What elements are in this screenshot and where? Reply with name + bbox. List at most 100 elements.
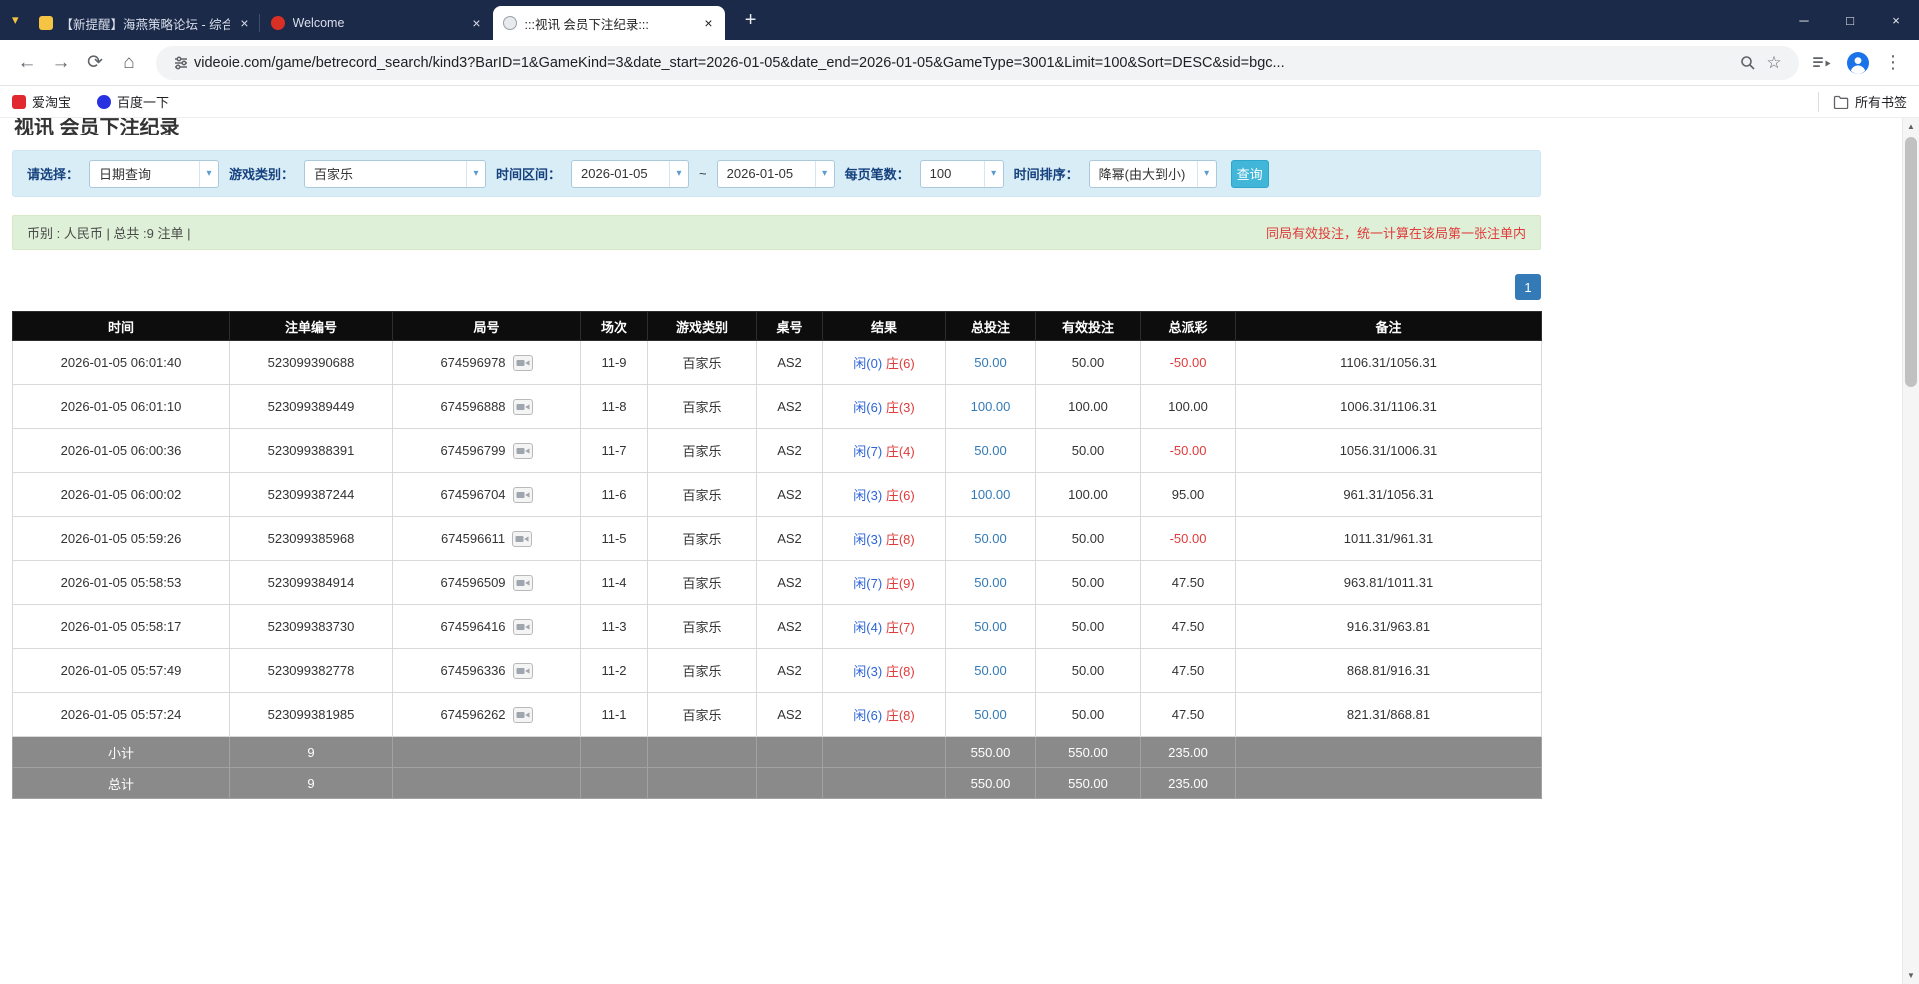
cell-valid-bet: 50.00 (1036, 429, 1141, 473)
folder-icon (1833, 95, 1849, 109)
video-replay-icon[interactable] (513, 619, 533, 635)
cell-total-bet[interactable]: 50.00 (946, 649, 1036, 693)
tab-close-icon[interactable]: × (238, 14, 250, 32)
chevron-down-icon[interactable]: ▾ (815, 161, 834, 187)
profile-avatar[interactable] (1847, 52, 1869, 74)
bookmark-item[interactable]: 百度一下 (97, 92, 169, 111)
scroll-up-icon[interactable]: ▲ (1903, 118, 1919, 135)
cell-total-bet[interactable]: 100.00 (946, 473, 1036, 517)
taobao-icon (12, 95, 26, 109)
back-icon[interactable]: ← (10, 46, 44, 80)
date-end-select[interactable]: 2026-01-05 ▾ (717, 160, 835, 188)
bookmark-star-icon[interactable]: ☆ (1761, 50, 1787, 76)
cell-round-id: 674596336 (393, 649, 581, 693)
query-type-select[interactable]: 日期查询 ▾ (89, 160, 219, 188)
cell-session: 11-2 (581, 649, 648, 693)
url-bar[interactable]: videoie.com/game/betrecord_search/kind3?… (156, 46, 1799, 80)
cell-bet-id: 523099384914 (230, 561, 393, 605)
summary-valid-bet: 550.00 (1036, 737, 1141, 768)
cell-payout: -50.00 (1141, 341, 1236, 385)
search-button[interactable]: 查询 (1231, 160, 1269, 188)
media-controls-icon[interactable] (1809, 50, 1835, 76)
forward-icon[interactable]: → (44, 46, 78, 80)
cell-total-bet[interactable]: 100.00 (946, 385, 1036, 429)
cell-total-bet[interactable]: 50.00 (946, 517, 1036, 561)
cell-total-bet[interactable]: 50.00 (946, 605, 1036, 649)
chevron-down-icon[interactable]: ▾ (1197, 161, 1216, 187)
summary-label: 小计 (13, 737, 230, 768)
cell-total-bet[interactable]: 50.00 (946, 429, 1036, 473)
cell-round-id: 674596262 (393, 693, 581, 737)
video-replay-icon[interactable] (512, 531, 532, 547)
cell-time: 2026-01-05 05:58:17 (13, 605, 230, 649)
video-replay-icon[interactable] (513, 663, 533, 679)
table-body: 2026-01-05 06:01:40523099390688674596978… (13, 341, 1542, 737)
cell-bet-id: 523099390688 (230, 341, 393, 385)
cell-payout: 47.50 (1141, 561, 1236, 605)
tab-close-icon[interactable]: × (470, 14, 482, 32)
cell-payout: -50.00 (1141, 517, 1236, 561)
table-row: 2026-01-05 06:00:02523099387244674596704… (13, 473, 1542, 517)
summary-empty-cell (581, 737, 648, 768)
video-replay-icon[interactable] (513, 575, 533, 591)
reload-icon[interactable]: ⟳ (78, 46, 112, 80)
summary-label: 总计 (13, 768, 230, 799)
maximize-button[interactable]: □ (1827, 0, 1873, 40)
cell-table-id: AS2 (757, 385, 823, 429)
banker-result: 庄(4) (886, 444, 915, 459)
cell-note: 1006.31/1106.31 (1236, 385, 1542, 429)
per-page-select[interactable]: 100 ▾ (920, 160, 1004, 188)
video-replay-icon[interactable] (513, 487, 533, 503)
table-row: 2026-01-05 05:57:24523099381985674596262… (13, 693, 1542, 737)
cell-total-bet[interactable]: 50.00 (946, 693, 1036, 737)
game-type-select[interactable]: 百家乐 ▾ (304, 160, 486, 188)
bookmark-item[interactable]: 爱淘宝 (12, 92, 71, 111)
date-start-select[interactable]: 2026-01-05 ▾ (571, 160, 689, 188)
video-replay-icon[interactable] (513, 443, 533, 459)
cell-total-bet[interactable]: 50.00 (946, 341, 1036, 385)
scrollbar-thumb[interactable] (1905, 137, 1917, 387)
browser-tab[interactable]: 【新提醒】海燕策略论坛 - 综合…× (29, 6, 261, 40)
cell-round-id: 674596799 (393, 429, 581, 473)
close-window-button[interactable]: × (1873, 0, 1919, 40)
video-replay-icon[interactable] (513, 355, 533, 371)
banker-result: 庄(7) (886, 620, 915, 635)
vertical-scrollbar[interactable]: ▲ ▼ (1902, 118, 1919, 984)
tab-close-icon[interactable]: × (702, 14, 714, 32)
sort-order-select[interactable]: 降幂(由大到小) ▾ (1089, 160, 1217, 188)
cell-bet-id: 523099383730 (230, 605, 393, 649)
cell-bet-id: 523099381985 (230, 693, 393, 737)
cell-game-type: 百家乐 (648, 605, 757, 649)
home-icon[interactable]: ⌂ (112, 46, 146, 80)
cell-result: 闲(7) 庄(4) (823, 429, 946, 473)
cell-total-bet[interactable]: 50.00 (946, 561, 1036, 605)
pagination-page[interactable]: 1 (1515, 274, 1541, 300)
scroll-down-icon[interactable]: ▼ (1903, 967, 1919, 984)
banker-result: 庄(9) (886, 576, 915, 591)
summary-empty-cell (1236, 737, 1542, 768)
browser-tab[interactable]: :::视讯 会员下注纪录:::× (493, 6, 725, 40)
video-replay-icon[interactable] (513, 399, 533, 415)
minimize-button[interactable]: ─ (1781, 0, 1827, 40)
all-bookmarks[interactable]: 所有书签 (1818, 92, 1907, 112)
round-id-text: 674596888 (440, 399, 505, 414)
site-info-icon[interactable] (168, 50, 194, 76)
column-header: 时间 (13, 312, 230, 341)
navigation-bar: ← → ⟳ ⌂ videoie.com/game/betrecord_searc… (0, 40, 1919, 86)
new-tab-button[interactable]: + (737, 6, 765, 34)
page-title-container: 视讯 会员下注纪录 (14, 118, 1902, 135)
column-header: 注单编号 (230, 312, 393, 341)
chevron-down-icon[interactable]: ▾ (199, 161, 218, 187)
bet-record-table: 时间注单编号局号场次游戏类别桌号结果总投注有效投注总派彩备注 2026-01-0… (12, 311, 1542, 799)
chevron-down-icon[interactable]: ▾ (984, 161, 1003, 187)
chevron-down-icon[interactable]: ▾ (466, 161, 485, 187)
browser-tab[interactable]: Welcome× (261, 6, 493, 40)
browser-menu-icon[interactable]: ⋮ (1881, 52, 1905, 73)
table-row: 2026-01-05 06:01:40523099390688674596978… (13, 341, 1542, 385)
tabstrip-chevron-icon[interactable]: ▾ (12, 12, 19, 28)
video-replay-icon[interactable] (513, 707, 533, 723)
summary-bar: 币别 : 人民币 | 总共 :9 注单 | 同局有效投注，统一计算在该局第一张注… (12, 215, 1541, 250)
zoom-icon[interactable] (1735, 50, 1761, 76)
url-text[interactable]: videoie.com/game/betrecord_search/kind3?… (194, 55, 1735, 71)
chevron-down-icon[interactable]: ▾ (669, 161, 688, 187)
